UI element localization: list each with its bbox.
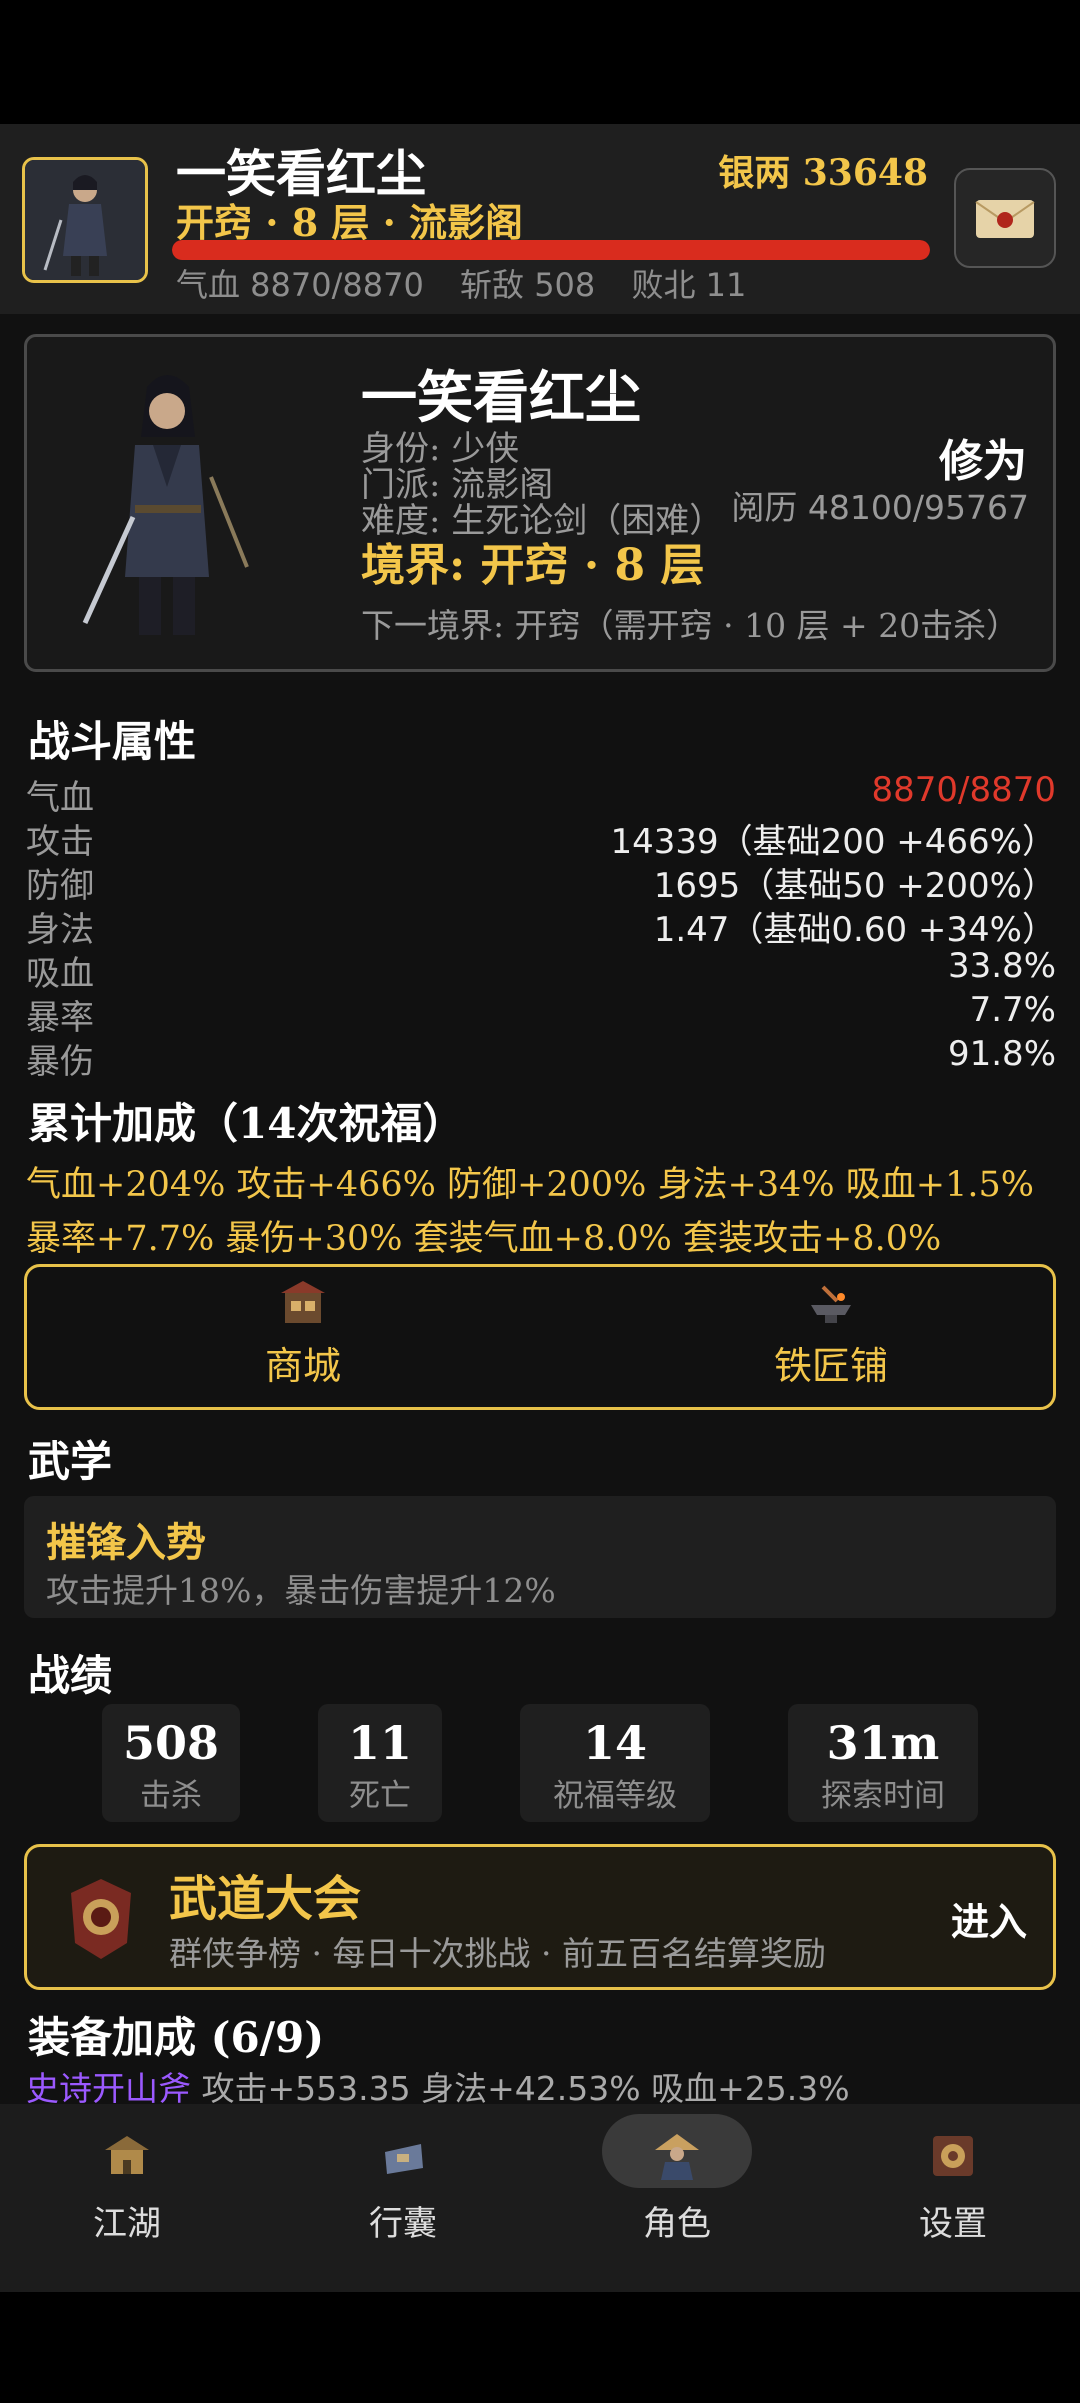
anvil-icon [811,1285,851,1323]
nav-label: 设置 [919,2204,987,2244]
realm-line: 开窍 · 8 层 · 流影阁 [176,200,524,245]
bottom-navigation: 江湖 行囊 角色 设置 [0,2104,1080,2292]
player-header: 一笑看红尘 银两 33648 开窍 · 8 层 · 流影阁 气血 8870/88… [0,124,1080,314]
bonus-line: 暴率+7.7% 暴伤+30% 套装气血+8.0% 套装攻击+8.0% [26,1219,942,1259]
mall-button[interactable]: 商城 [203,1277,403,1390]
hp-stat: 气血 8870/8870 [176,266,424,304]
record-label: 祝福等级 [553,1778,677,1814]
shop-stall-icon [281,1281,325,1323]
character-portrait [82,375,249,635]
player-avatar[interactable] [22,157,148,283]
record-value: 11 [347,1716,412,1770]
tournament-emblem-icon [71,1879,131,1959]
profile-next-realm: 下一境界: 开窍（需开窍 · 10 层 + 20击杀） [361,606,1020,645]
attr-label: 暴伤 [26,1042,94,1082]
attr-row-hp: 气血 8870/8870 [26,770,1056,818]
skill-name: 摧锋入势 [46,1519,206,1566]
attr-row-crit-damage: 暴伤 91.8% [26,1034,1056,1082]
record-deaths: 11 死亡 [318,1704,442,1822]
record-value: 508 [122,1716,220,1770]
record-blessing-level: 14 祝福等级 [520,1704,710,1822]
defeats-stat: 败北 11 [631,266,747,304]
nav-character[interactable]: 角色 [602,2130,752,2260]
record-label: 探索时间 [821,1778,945,1814]
record-label: 死亡 [349,1778,411,1814]
bag-icon [385,2144,423,2174]
attr-value: 8870/8870 [871,770,1056,810]
record-kills: 508 击杀 [102,1704,240,1822]
letter-icon [975,200,1035,238]
record-label: 击杀 [140,1778,202,1814]
character-card: 一笑看红尘 身份: 少侠 门派: 流影阁 难度: 生死论剑（困难） 境界: 开窍… [24,334,1056,672]
straw-hat-character-icon [655,2134,699,2180]
record-value: 31m [826,1716,940,1770]
nav-jianghu[interactable]: 江湖 [52,2130,202,2260]
app-screen: 一笑看红尘 银两 33648 开窍 · 8 层 · 流影阁 气血 8870/88… [0,124,1080,2292]
hp-bar [172,240,930,260]
attr-label: 吸血 [26,954,94,994]
nav-label: 角色 [643,2204,711,2244]
equipment-stats: 攻击+553.35 身法+42.53% 吸血+25.3% [201,2069,850,2108]
attr-value: 1695（基础50 +200%） [653,866,1056,906]
bonus-title: 累计加成（14次祝福） [28,1099,465,1148]
nav-settings[interactable]: 设置 [878,2130,1028,2260]
attr-value: 1.47（基础0.60 +34%） [653,910,1056,950]
martial-title: 武学 [28,1437,113,1486]
kills-stat: 斩敌 508 [460,266,596,304]
header-stats: 气血 8870/8870 斩敌 508 败北 11 [176,260,772,306]
attr-label: 防御 [26,866,94,906]
profile-realm: 境界: 开窍 · 8 层 [361,540,705,591]
record-value: 14 [582,1716,647,1770]
attr-value: 7.7% [969,990,1056,1030]
attr-label: 身法 [26,910,94,950]
record-explore-time: 31m 探索时间 [788,1704,978,1822]
smithy-label: 铁匠铺 [773,1344,888,1388]
skill-card[interactable]: 摧锋入势 攻击提升18%，暴击伤害提升12% [24,1496,1056,1618]
attr-row-attack: 攻击 14339（基础200 +466%） [26,814,1056,862]
attr-row-lifesteal: 吸血 33.8% [26,946,1056,994]
attr-row-agility: 身法 1.47（基础0.60 +34%） [26,902,1056,950]
tournament-description: 群侠争榜 · 每日十次挑战 · 前五百名结算奖励 [169,1934,826,1973]
nav-label: 江湖 [93,2204,161,2244]
bonus-line: 气血+204% 攻击+466% 防御+200% 身法+34% 吸血+1.5% [26,1165,1035,1205]
cultivation-title: 修为 [939,436,1027,487]
combat-attributes-title: 战斗属性 [28,717,197,766]
attr-label: 暴率 [26,998,94,1038]
shop-panel: 商城 铁匠铺 [24,1264,1056,1410]
silver-counter: 银两 33648 [718,152,928,194]
attr-label: 气血 [26,778,94,818]
equipment-title: 装备加成 (6/9) [28,2013,325,2062]
experience-value: 阅历 48100/95767 [731,488,1029,527]
mall-label: 商城 [264,1344,341,1388]
hp-bar-fill [172,240,930,260]
attr-row-crit-rate: 暴率 7.7% [26,990,1056,1038]
equipment-name[interactable]: 史诗开山斧 [26,2069,191,2108]
mail-button[interactable] [954,168,1056,268]
record-title: 战绩 [28,1651,113,1700]
tournament-title: 武道大会 [169,1871,362,1927]
tournament-enter-button[interactable]: 进入 [951,1891,1027,1946]
equipment-line: 史诗开山斧 攻击+553.35 身法+42.53% 吸血+25.3% [26,2062,850,2110]
attr-value: 91.8% [947,1034,1056,1074]
attr-value: 33.8% [947,946,1056,986]
attr-row-defense: 防御 1695（基础50 +200%） [26,858,1056,906]
pavilion-icon [105,2136,149,2174]
nav-bag[interactable]: 行囊 [328,2130,478,2260]
tournament-banner[interactable]: 武道大会 群侠争榜 · 每日十次挑战 · 前五百名结算奖励 进入 [24,1844,1056,1990]
skill-description: 攻击提升18%，暴击伤害提升12% [46,1571,556,1610]
gear-book-icon [933,2136,973,2176]
smithy-button[interactable]: 铁匠铺 [731,1277,931,1390]
attr-value: 14339（基础200 +466%） [610,822,1056,862]
nav-label: 行囊 [369,2204,437,2244]
attr-label: 攻击 [26,822,94,862]
